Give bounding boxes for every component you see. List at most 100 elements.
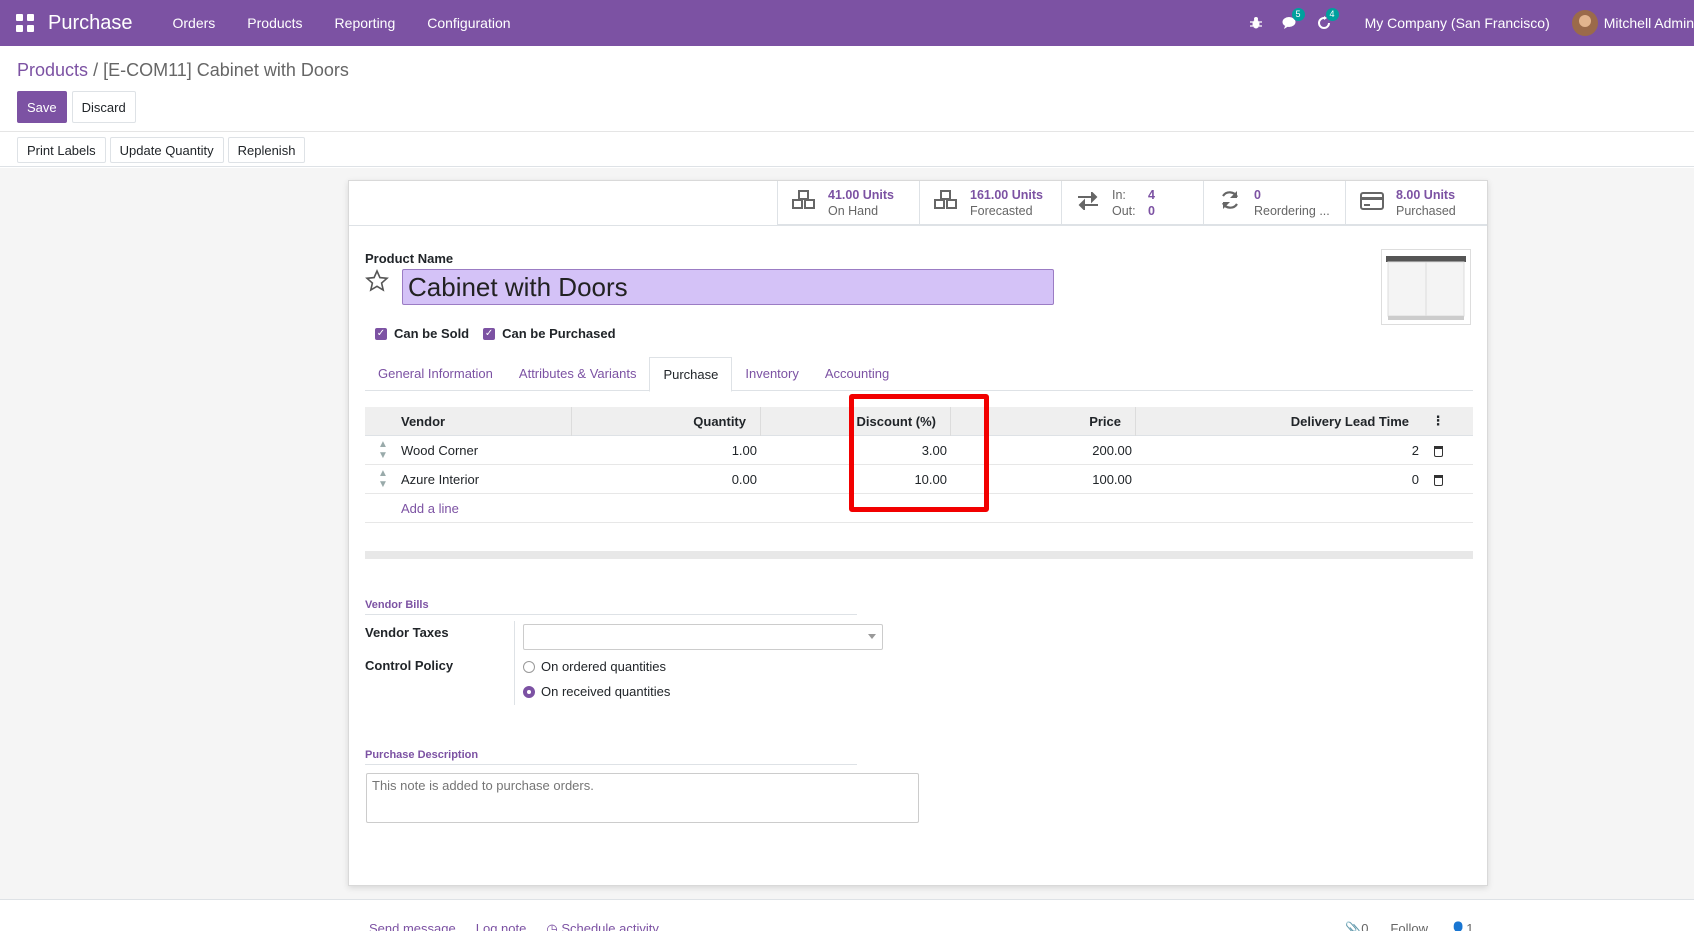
print-labels-button[interactable]: Print Labels [17,137,106,163]
exchange-arrows-icon [1074,190,1102,216]
control-panel-divider [0,131,1694,132]
drag-handle-icon[interactable]: ▲ ▼ [365,468,401,490]
discard-button[interactable]: Discard [71,91,136,123]
menu-configuration[interactable]: Configuration [411,15,526,31]
can-be-purchased-label: Can be Purchased [502,326,616,341]
replenish-button[interactable]: Replenish [227,137,306,163]
dropdown-caret-icon [868,634,876,639]
in-label: In: [1112,188,1126,202]
menu-orders[interactable]: Orders [157,15,232,31]
header-quantity[interactable]: Quantity [572,406,761,436]
purchased-label: Purchased [1396,204,1456,218]
trash-icon[interactable] [1423,443,1453,458]
activities-badge: 4 [1325,8,1339,21]
save-button[interactable]: Save [17,91,67,123]
tab-attributes-variants[interactable]: Attributes & Variants [506,357,650,391]
in-out-smart-button[interactable]: In: 4 Out: 0 [1061,181,1203,225]
form-sheet: 41.00 Units On Hand 161.00 Units Forecas… [348,180,1488,886]
forecasted-value: 161.00 Units [970,188,1043,202]
tab-accounting[interactable]: Accounting [812,357,902,391]
cell-quantity[interactable]: 1.00 [572,443,761,458]
clock-icon: ◷ [546,921,558,931]
header-discount[interactable]: Discount (%) [851,406,951,436]
breadcrumb: Products / [E-COM11] Cabinet with Doors [17,60,349,81]
paperclip-icon: 📎 [1345,921,1362,931]
header-vendor[interactable]: Vendor [401,406,572,436]
purchase-description-textarea[interactable] [366,773,919,823]
can-be-sold-checkbox[interactable]: ✓ Can be Sold [375,326,469,341]
update-quantity-button[interactable]: Update Quantity [109,137,224,163]
can-be-sold-label: Can be Sold [394,326,470,341]
menu-reporting[interactable]: Reporting [319,15,412,31]
checkbox-checked-icon: ✓ [375,327,387,340]
apps-menu-icon[interactable] [16,14,34,32]
vendor-pricelist-table: Vendor Quantity Discount (%) Price Deliv… [365,406,1473,523]
forecasted-smart-button[interactable]: 161.00 Units Forecasted [919,181,1061,225]
reordering-smart-button[interactable]: 0 Reordering ... [1203,181,1345,225]
menu-products[interactable]: Products [231,15,318,31]
radio-received-label: On received quantities [541,684,671,699]
schedule-activity-button[interactable]: ◷ Schedule activity [546,921,659,931]
favorite-star-icon[interactable] [365,269,389,293]
debug-bug-icon[interactable] [1239,16,1273,30]
user-icon: 👤 [1450,921,1467,931]
activities-icon[interactable]: 4 [1307,8,1341,30]
smart-buttons-divider [349,225,1487,226]
tab-purchase[interactable]: Purchase [649,357,733,392]
control-policy-label: Control Policy [365,658,454,673]
company-switcher[interactable]: My Company (San Francisco) [1365,15,1550,31]
checkbox-checked-icon: ✓ [483,327,496,340]
cubes-icon [932,189,960,217]
messages-icon[interactable]: 5 [1273,8,1307,30]
follow-button[interactable]: Follow [1390,921,1428,931]
navbar-systray: 5 4 My Company (San Francisco) Mitchell … [1239,0,1694,46]
trash-icon[interactable] [1423,472,1453,487]
cell-price[interactable]: 200.00 [951,443,1136,458]
optional-columns-icon[interactable]: ⋮ [1423,413,1453,429]
cell-price[interactable]: 100.00 [951,472,1136,487]
cell-lead-time[interactable]: 2 [1136,443,1423,458]
vendor-taxes-select[interactable] [523,624,883,650]
add-line-row: Add a line [365,494,1473,523]
cubes-icon [790,189,818,217]
sale-purchase-flags: ✓ Can be Sold ✓ Can be Purchased [375,326,616,341]
cell-vendor[interactable]: Wood Corner [401,443,572,458]
cell-discount[interactable]: 3.00 [851,443,951,458]
radio-ordered-quantities[interactable]: On ordered quantities [523,659,666,674]
app-name[interactable]: Purchase [48,12,133,35]
followers-button[interactable]: 👤1 [1450,921,1473,931]
send-message-button[interactable]: Send message [369,921,456,931]
radio-received-quantities[interactable]: On received quantities [523,684,670,699]
user-avatar [1571,10,1598,36]
on-hand-smart-button[interactable]: 41.00 Units On Hand [777,181,919,225]
header-delivery-lead-time[interactable]: Delivery Lead Time [1136,414,1423,429]
header-price[interactable]: Price [951,406,1136,436]
product-image[interactable] [1381,249,1471,325]
table-row[interactable]: ▲ ▼ Azure Interior 0.00 10.00 100.00 0 [365,465,1473,494]
add-line-link[interactable]: Add a line [365,501,459,516]
breadcrumb-products-link[interactable]: Products [17,60,88,80]
header-buttons: Print Labels Update Quantity Replenish [17,137,306,163]
attachments-button[interactable]: 📎0 [1345,921,1368,931]
product-name-input[interactable]: Cabinet with Doors [402,269,1054,305]
smart-buttons: 41.00 Units On Hand 161.00 Units Forecas… [777,181,1487,225]
log-note-button[interactable]: Log note [476,921,527,931]
form-buttons: Save Discard [17,91,136,123]
drag-handle-icon[interactable]: ▲ ▼ [365,439,401,461]
cell-quantity[interactable]: 0.00 [572,472,761,487]
credit-card-icon [1358,190,1386,216]
tab-inventory[interactable]: Inventory [732,357,811,391]
purchased-smart-button[interactable]: 8.00 Units Purchased [1345,181,1487,225]
top-navbar: Purchase Orders Products Reporting Confi… [0,0,1694,46]
cell-discount[interactable]: 10.00 [851,472,951,487]
user-menu[interactable]: Mitchell Admin [1571,10,1694,36]
table-row[interactable]: ▲ ▼ Wood Corner 1.00 3.00 200.00 2 [365,436,1473,465]
reordering-label: Reordering ... [1254,204,1330,218]
cell-lead-time[interactable]: 0 [1136,472,1423,487]
out-value: 0 [1148,204,1155,218]
cell-vendor[interactable]: Azure Interior [401,472,572,487]
tab-general-information[interactable]: General Information [365,357,506,391]
reordering-value: 0 [1254,188,1261,202]
user-name: Mitchell Admin [1603,15,1694,31]
can-be-purchased-checkbox[interactable]: ✓ Can be Purchased [483,326,616,341]
